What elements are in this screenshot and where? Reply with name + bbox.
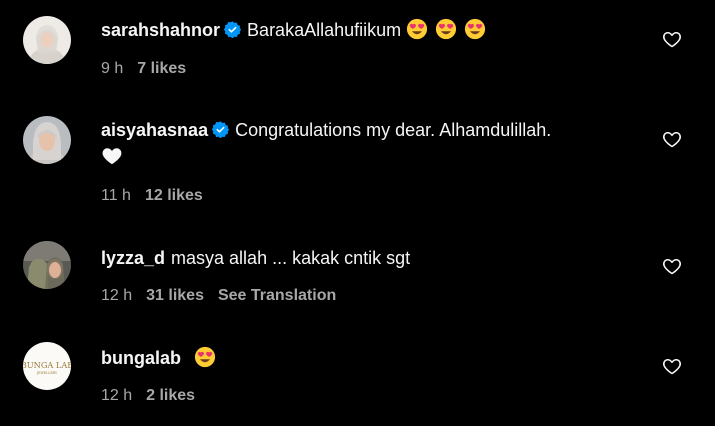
- comment-username[interactable]: bungalab: [101, 348, 181, 368]
- avatar-logo-subtext: JEWELLERY: [36, 371, 58, 375]
- comment-meta: 11 h 12 likes: [101, 186, 217, 206]
- like-heart-icon[interactable]: [662, 29, 682, 49]
- comment-time: 11 h: [101, 187, 131, 204]
- comment-username[interactable]: lyzza_d: [101, 248, 165, 268]
- like-heart-icon[interactable]: [662, 256, 682, 276]
- comment-time: 12 h: [101, 387, 133, 404]
- heart-eyes-emoji: [194, 346, 216, 368]
- comment-item: sarahshahnor BarakaAllahufiikum 9 h 7 like…: [0, 0, 715, 100]
- see-translation-link[interactable]: See Translation: [218, 287, 336, 304]
- comment-item: lyzza_d masya allah ... kakak cntik sgt 1…: [0, 220, 715, 320]
- comment-likes[interactable]: 7 likes: [137, 60, 186, 77]
- white-heart-emoji: [102, 148, 122, 165]
- like-heart-icon[interactable]: [662, 356, 682, 376]
- comment-likes[interactable]: 31 likes: [146, 287, 204, 304]
- verified-badge-icon: [212, 121, 230, 138]
- comment-time: 12 h: [101, 287, 133, 304]
- avatar-logo-text: BUNGA LAB: [23, 360, 71, 370]
- comment-text: BarakaAllahufiikum: [247, 20, 402, 40]
- comment-item: aisyahasnaa Congratulations my dear. Alha…: [0, 100, 715, 220]
- avatar[interactable]: [23, 241, 71, 289]
- comment-username[interactable]: sarahshahnor: [101, 20, 220, 40]
- avatar[interactable]: [23, 116, 71, 164]
- comment-item: BUNGA LAB JEWELLERY bungalab 12 h 2 likes: [0, 320, 715, 426]
- like-heart-icon[interactable]: [662, 129, 682, 149]
- comment-text: Congratulations my dear. Alhamdulillah.: [235, 120, 552, 140]
- avatar[interactable]: BUNGA LAB JEWELLERY: [23, 342, 71, 390]
- comment-meta: 12 h 31 likes See Translation: [101, 286, 350, 306]
- heart-eyes-emoji: [436, 18, 457, 40]
- comment-likes[interactable]: 12 likes: [145, 187, 203, 204]
- heart-eyes-emoji: [407, 18, 428, 40]
- comment-likes[interactable]: 2 likes: [146, 387, 195, 404]
- comment-meta: 12 h 2 likes: [101, 386, 209, 406]
- verified-badge-icon: [224, 21, 242, 38]
- comment-time: 9 h: [101, 60, 124, 77]
- comment-meta: 9 h 7 likes: [101, 59, 200, 79]
- heart-eyes-emoji: [465, 18, 486, 40]
- comment-username[interactable]: aisyahasnaa: [101, 120, 208, 140]
- avatar[interactable]: [23, 16, 71, 64]
- comment-text: masya allah ... kakak cntik sgt: [171, 248, 411, 268]
